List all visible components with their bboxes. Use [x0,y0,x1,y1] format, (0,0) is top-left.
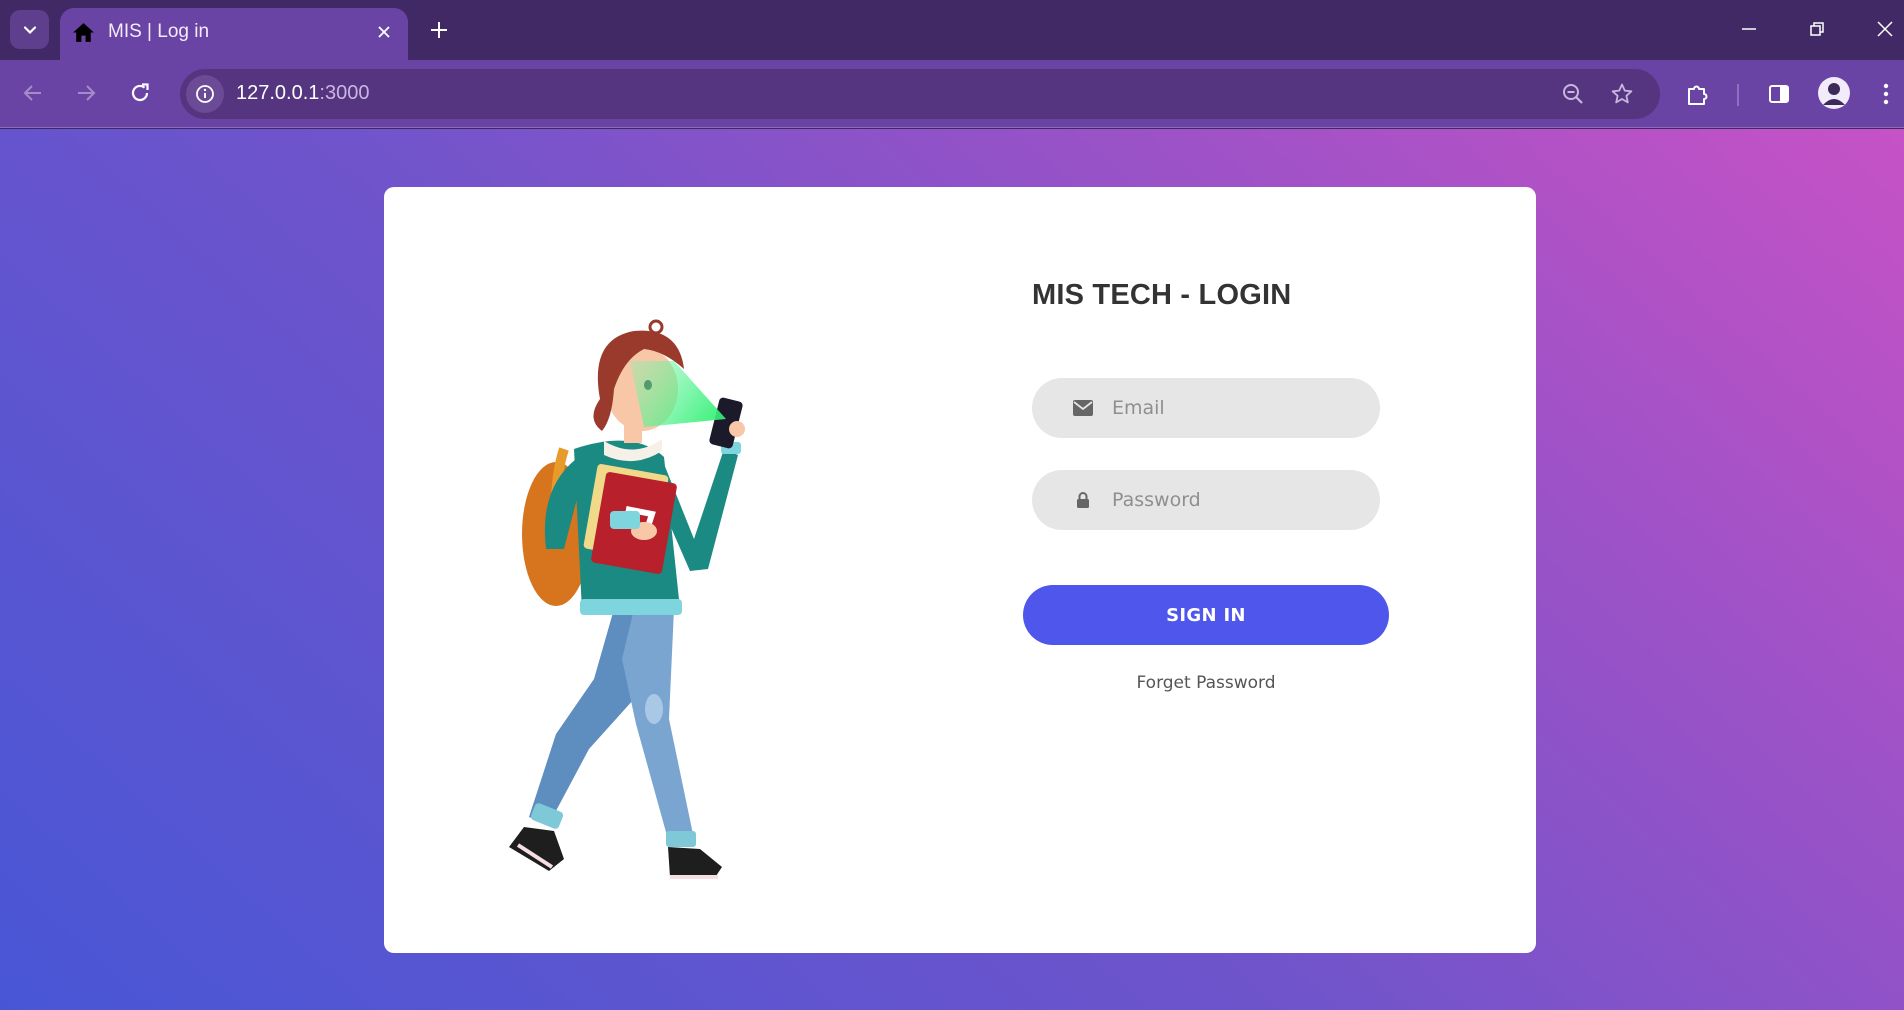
minimize-icon [1742,28,1756,30]
email-input[interactable] [1112,378,1362,438]
envelope-icon [1072,397,1094,419]
back-button[interactable] [16,76,50,110]
restore-button[interactable] [1802,14,1832,44]
star-icon [1611,83,1633,104]
close-window-button[interactable] [1870,14,1900,44]
url-text: 127.0.0.1:3000 [236,82,369,105]
reload-icon [131,83,149,102]
url-host: 127.0.0.1 [236,82,320,104]
side-panel-button[interactable] [1764,79,1794,109]
plus-icon [431,22,447,38]
password-field[interactable] [1032,470,1380,530]
tab-title: MIS | Log in [108,21,210,42]
lock-icon [1072,489,1094,511]
avatar-icon [1823,83,1845,105]
reload-button[interactable] [123,76,157,110]
menu-button[interactable] [1871,79,1901,109]
minimize-button[interactable] [1734,14,1764,44]
side-panel-icon [1769,85,1789,103]
arrow-right-icon [78,85,96,101]
url-port: :3000 [319,82,370,104]
restore-icon [1810,22,1824,36]
extensions-button[interactable] [1683,79,1713,109]
arrow-left-icon [23,85,41,101]
address-bar[interactable]: 127.0.0.1:3000 [180,69,1660,119]
info-icon [196,85,214,103]
password-input[interactable] [1112,470,1362,530]
kebab-menu-icon [1883,83,1889,105]
login-title: MIS TECH - LOGIN [1032,279,1292,311]
close-icon [378,26,390,38]
tab-search-button[interactable] [10,10,49,49]
puzzle-icon [1688,85,1708,105]
new-tab-button[interactable] [426,17,452,43]
home-icon [73,23,94,42]
site-info-button[interactable] [186,75,224,113]
chevron-down-icon [23,25,36,34]
zoom-out-icon [1563,84,1583,104]
bookmark-button[interactable] [1609,81,1635,107]
sign-in-button[interactable]: SIGN IN [1023,585,1389,645]
toolbar-divider [1737,84,1739,106]
student-illustration [509,319,745,879]
profile-button[interactable] [1818,77,1850,109]
browser-toolbar: 127.0.0.1:3000 [0,60,1904,128]
tab-strip: MIS | Log in [0,0,1904,60]
forward-button[interactable] [69,76,103,110]
active-tab[interactable]: MIS | Log in [60,8,408,60]
tab-close-button[interactable] [372,20,396,44]
forget-password-link[interactable]: Forget Password [1023,673,1389,693]
email-field[interactable] [1032,378,1380,438]
page-background: MIS TECH - LOGIN SIGN IN Forget Password [0,129,1904,1010]
close-icon [1877,21,1893,37]
login-card: MIS TECH - LOGIN SIGN IN Forget Password [384,187,1536,953]
zoom-button[interactable] [1560,81,1586,107]
